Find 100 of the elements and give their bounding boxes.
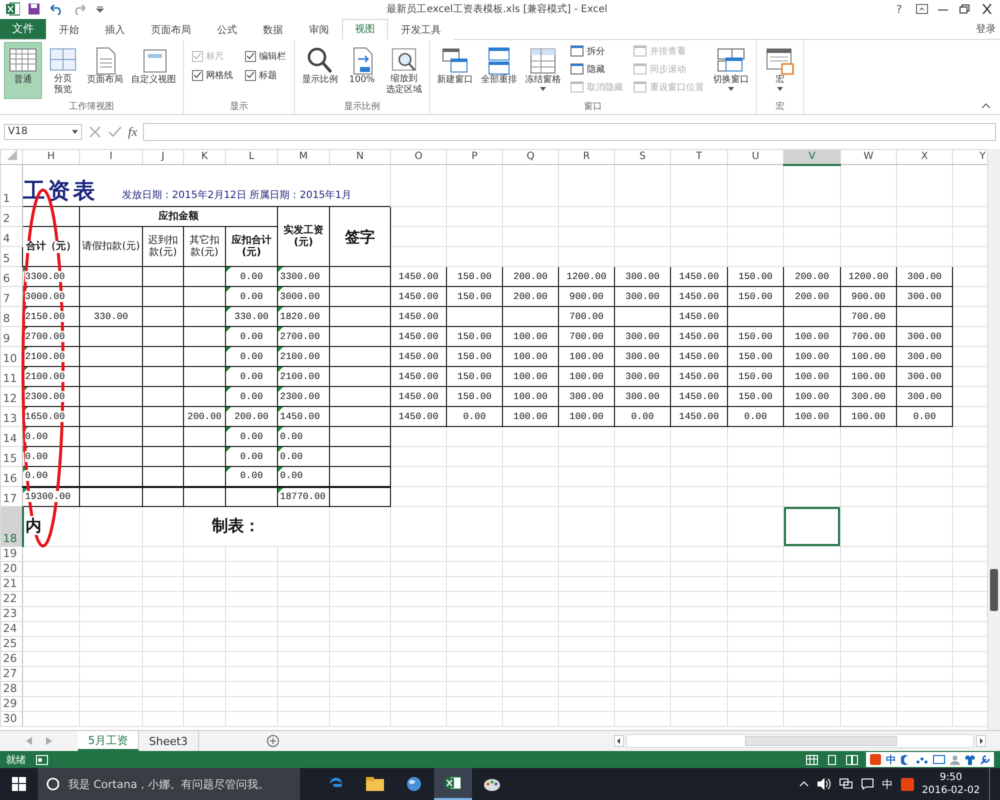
ribbon-button[interactable]: 切换窗口 <box>710 42 752 99</box>
row-header[interactable]: 11 <box>0 366 22 387</box>
column-header[interactable]: X <box>896 149 952 165</box>
ribbon-options-icon[interactable] <box>916 4 928 14</box>
column-header[interactable]: H <box>22 149 80 165</box>
checkbox[interactable] <box>192 70 203 81</box>
shirt-icon[interactable] <box>965 754 975 765</box>
check-icon[interactable] <box>108 126 122 138</box>
formula-input[interactable] <box>143 122 996 141</box>
row-header[interactable]: 19 <box>0 546 22 562</box>
normal-view-icon[interactable] <box>806 754 818 765</box>
row-header[interactable]: 5 <box>0 246 22 267</box>
search-field[interactable]: 我是 Cortana，小娜。有问题尽管问我。 <box>38 768 300 800</box>
ribbon-button[interactable]: 全部重排 <box>478 42 520 99</box>
file-tab[interactable]: 文件 <box>0 18 46 39</box>
ribbon-button[interactable]: 隐藏 <box>570 62 623 77</box>
dots-icon[interactable] <box>916 754 928 765</box>
sogou-icon[interactable] <box>900 778 914 791</box>
checkbox[interactable] <box>245 70 256 81</box>
column-header[interactable]: P <box>446 149 502 165</box>
column-header[interactable]: U <box>728 149 784 165</box>
clock[interactable]: 9:50 2016-02-02 <box>922 771 980 798</box>
input-mode[interactable]: 中 <box>886 752 896 767</box>
row-header[interactable]: 15 <box>0 446 22 467</box>
row-header[interactable]: 8 <box>0 306 22 327</box>
ribbon-button[interactable]: 冻结窗格 <box>522 42 564 99</box>
taskbar-app[interactable] <box>434 768 472 800</box>
macro-record-icon[interactable] <box>36 754 48 765</box>
horizontal-scrollbar[interactable] <box>626 734 974 748</box>
sheet-tab[interactable]: 5月工资 <box>78 731 139 752</box>
row-header[interactable]: 22 <box>0 592 22 607</box>
row-header[interactable]: 12 <box>0 386 22 407</box>
row-header[interactable]: 23 <box>0 606 22 622</box>
row-header[interactable]: 16 <box>0 466 22 487</box>
column-header[interactable]: Y <box>952 149 987 165</box>
row-header[interactable]: 26 <box>0 652 22 667</box>
help-button[interactable]: ? <box>890 2 908 16</box>
network-icon[interactable] <box>838 778 853 790</box>
close-icon[interactable] <box>980 4 994 14</box>
keyboard-icon[interactable] <box>933 755 945 764</box>
column-header[interactable]: R <box>558 149 614 165</box>
row-header[interactable]: 13 <box>0 406 22 427</box>
wrench-icon[interactable] <box>980 754 990 765</box>
column-header[interactable]: N <box>330 149 390 165</box>
insert-function-button[interactable]: fx <box>128 124 138 140</box>
name-box[interactable]: V18 <box>4 124 82 140</box>
row-header[interactable]: 30 <box>0 712 22 727</box>
row-header[interactable]: 17 <box>0 486 22 507</box>
undo-icon[interactable] <box>48 3 64 16</box>
column-header[interactable]: W <box>840 149 896 165</box>
column-header[interactable]: Q <box>502 149 558 165</box>
input-mode[interactable]: 中 <box>882 776 893 792</box>
vertical-scrollbar[interactable] <box>987 148 1000 730</box>
row-header[interactable]: 6 <box>0 266 22 287</box>
row-header[interactable]: 21 <box>0 576 22 592</box>
column-header[interactable]: K <box>184 149 226 165</box>
row-header[interactable]: 25 <box>0 636 22 652</box>
row-header[interactable]: 18 <box>0 506 22 547</box>
collapse-icon[interactable] <box>982 102 990 108</box>
row-header[interactable]: 20 <box>0 562 22 577</box>
row-header[interactable]: 29 <box>0 696 22 712</box>
ribbon-button[interactable]: 缩放到 选定区域 <box>383 42 425 99</box>
row-header[interactable]: 28 <box>0 682 22 697</box>
row-header[interactable]: 9 <box>0 326 22 347</box>
row-header[interactable]: 10 <box>0 346 22 367</box>
show-desktop-icon[interactable] <box>988 768 992 800</box>
column-header[interactable]: I <box>80 149 142 165</box>
ribbon-button[interactable]: 自定义视图 <box>128 42 179 99</box>
row-header[interactable]: 24 <box>0 622 22 637</box>
column-header[interactable]: T <box>670 149 728 165</box>
column-header[interactable]: J <box>142 149 184 165</box>
column-header[interactable]: V <box>784 149 840 165</box>
checkbox[interactable] <box>245 50 256 62</box>
ribbon-button[interactable]: 显示比例 <box>299 42 341 99</box>
row-header[interactable]: 27 <box>0 666 22 682</box>
ribbon-button[interactable]: 页面布局 <box>84 42 126 99</box>
ribbon-button[interactable]: 分页 预览 <box>44 42 82 99</box>
column-header[interactable]: O <box>390 149 446 165</box>
page-layout-icon[interactable] <box>826 754 838 765</box>
message-icon[interactable] <box>860 778 874 790</box>
row-header[interactable]: 7 <box>0 286 22 307</box>
volume-icon[interactable] <box>816 778 831 790</box>
column-header[interactable]: S <box>614 149 670 165</box>
ribbon-tab[interactable]: 视图 <box>342 18 388 40</box>
column-header[interactable]: M <box>278 149 330 165</box>
ribbon-button[interactable]: 宏 <box>761 42 799 99</box>
customize-icon[interactable] <box>96 5 104 14</box>
ribbon-button[interactable]: 普通 <box>4 42 42 99</box>
row-header[interactable]: 2 <box>0 206 22 227</box>
column-header[interactable]: L <box>226 149 278 165</box>
row-header[interactable]: 14 <box>0 426 22 447</box>
save-icon[interactable] <box>28 3 40 16</box>
restore-icon[interactable] <box>958 4 972 14</box>
ribbon-button[interactable]: 100% <box>343 42 381 99</box>
page-break-icon[interactable] <box>846 754 858 765</box>
ribbon-button[interactable]: 拆分 <box>570 44 623 59</box>
row-header[interactable]: 1 <box>0 164 22 207</box>
row-header[interactable]: 4 <box>0 226 22 247</box>
sign-in-link[interactable]: 登录 <box>972 18 1000 39</box>
ribbon-button[interactable]: 新建窗口 <box>434 42 476 99</box>
